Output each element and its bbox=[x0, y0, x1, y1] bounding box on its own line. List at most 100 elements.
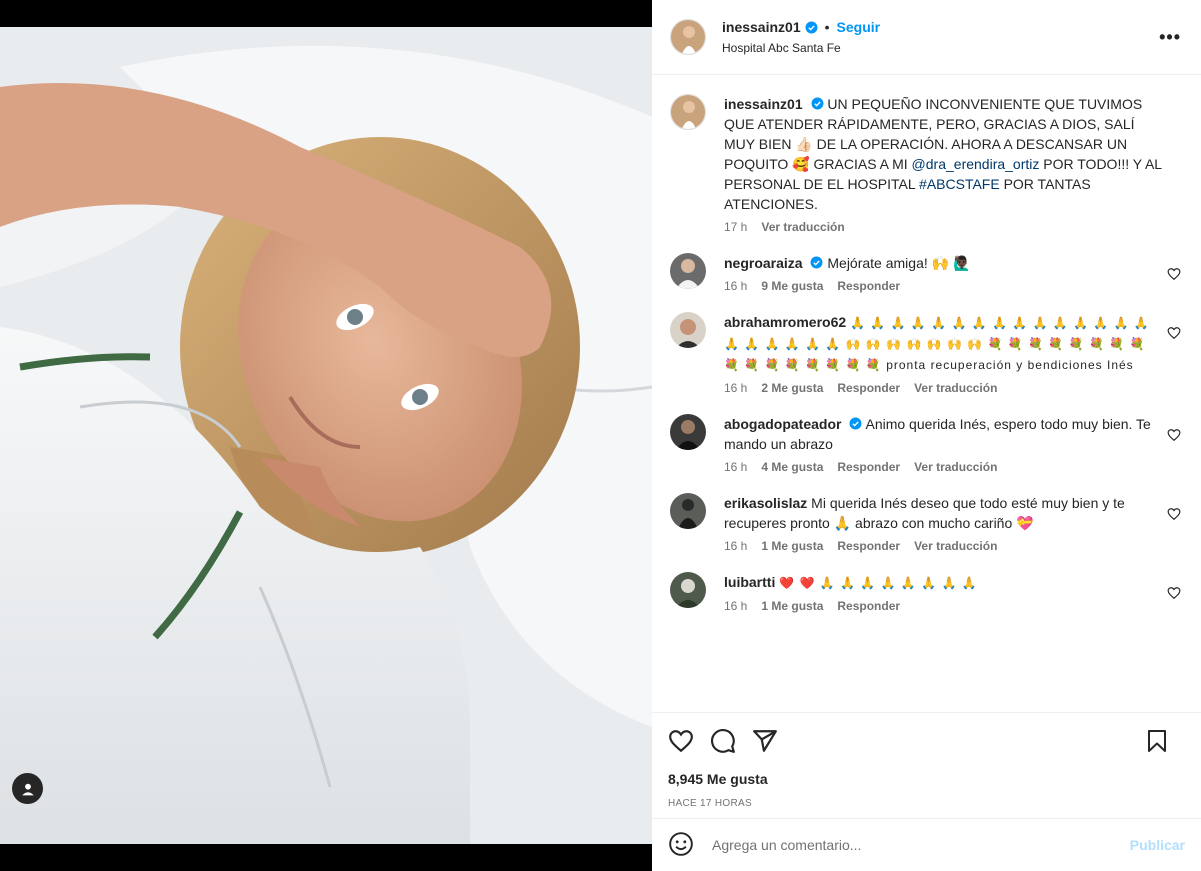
verified-icon bbox=[811, 97, 823, 110]
comment-reply-button[interactable]: Responder bbox=[837, 278, 900, 294]
comment-text: ❤️ ❤️ 🙏 🙏 🙏 🙏 🙏 🙏 🙏 🙏 bbox=[779, 576, 978, 590]
follow-button[interactable]: Seguir bbox=[837, 19, 881, 35]
post-caption: inessainz01 UN PEQUEÑO INCONVENIENTE QUE… bbox=[670, 94, 1183, 235]
publish-button[interactable]: Publicar bbox=[1130, 837, 1185, 853]
comments-list[interactable]: inessainz01 UN PEQUEÑO INCONVENIENTE QUE… bbox=[652, 76, 1201, 712]
post-location[interactable]: Hospital Abc Santa Fe bbox=[722, 41, 880, 55]
comment-likes[interactable]: 2 Me gusta bbox=[761, 380, 823, 396]
share-button[interactable] bbox=[752, 728, 778, 754]
save-icon bbox=[1148, 730, 1166, 752]
comment-like-heart-icon[interactable] bbox=[1167, 507, 1181, 521]
commenter-avatar-image bbox=[670, 312, 706, 348]
comment-likes[interactable]: 9 Me gusta bbox=[761, 278, 823, 294]
verified-icon bbox=[805, 21, 818, 33]
comment-icon bbox=[711, 729, 735, 753]
comment-reply-button[interactable]: Responder bbox=[837, 380, 900, 396]
caption-see-translation[interactable]: Ver traducción bbox=[761, 219, 844, 235]
commenter-avatar-image bbox=[670, 253, 706, 289]
caption-hashtag-link[interactable]: #ABCSTAFE bbox=[919, 176, 1000, 192]
comment-item: luibartti ❤️ ❤️ 🙏 🙏 🙏 🙏 🙏 🙏 🙏 🙏 16 h 1 M… bbox=[670, 572, 1183, 614]
comment-username[interactable]: negroaraiza bbox=[724, 255, 803, 271]
comment-meta: 16 h 1 Me gusta Responder Ver traducción bbox=[724, 538, 1164, 554]
author-avatar[interactable] bbox=[670, 19, 706, 55]
comment-username[interactable]: erikasolislaz bbox=[724, 495, 807, 511]
emoji-button[interactable] bbox=[668, 831, 694, 860]
comment-likes[interactable]: 1 Me gusta bbox=[761, 538, 823, 554]
save-button[interactable] bbox=[1145, 729, 1169, 756]
share-icon bbox=[753, 730, 777, 752]
comment-item: abrahamromero62 🙏 🙏 🙏 🙏 🙏 🙏 🙏 🙏 🙏 🙏 🙏 🙏 … bbox=[670, 312, 1183, 396]
comment-body: erikasolislaz Mi querida Inés deseo que … bbox=[724, 493, 1164, 554]
comment-time[interactable]: 16 h bbox=[724, 380, 747, 396]
comment-see-translation[interactable]: Ver traducción bbox=[914, 380, 997, 396]
comment-like-heart-icon[interactable] bbox=[1167, 586, 1181, 600]
more-icon: ••• bbox=[1159, 27, 1181, 47]
comment-time[interactable]: 16 h bbox=[724, 538, 747, 554]
user-tag-button[interactable] bbox=[12, 773, 43, 804]
comment-time[interactable]: 16 h bbox=[724, 278, 747, 294]
comment-text: Mejórate amiga! 🙌 🙋🏿‍♂️ bbox=[827, 255, 971, 271]
comment-likes[interactable]: 4 Me gusta bbox=[761, 459, 823, 475]
commenter-avatar[interactable] bbox=[670, 253, 706, 289]
caption-time[interactable]: 17 h bbox=[724, 219, 747, 235]
user-tag-icon bbox=[21, 783, 34, 795]
comment-like-heart-icon[interactable] bbox=[1167, 326, 1181, 340]
emoji-icon bbox=[669, 831, 693, 856]
post-side-panel: inessainz01 • Seguir Hospital Abc Santa … bbox=[652, 0, 1201, 871]
author-avatar-image bbox=[671, 20, 705, 54]
comment-username[interactable]: luibartti bbox=[724, 574, 775, 590]
action-icons-row bbox=[668, 713, 1185, 769]
header-text: inessainz01 • Seguir Hospital Abc Santa … bbox=[722, 19, 880, 55]
like-button[interactable] bbox=[668, 728, 694, 754]
comment-body: negroaraiza Mejórate amiga! 🙌 🙋🏿‍♂️ 16 h… bbox=[724, 253, 1164, 294]
comment-see-translation[interactable]: Ver traducción bbox=[914, 459, 997, 475]
likes-count[interactable]: 8,945 Me gusta bbox=[668, 771, 1185, 787]
commenter-avatar-image bbox=[670, 493, 706, 529]
commenter-avatar[interactable] bbox=[670, 312, 706, 348]
comment-input[interactable] bbox=[712, 837, 1102, 853]
comment-body: abogadopateador Animo querida Inés, espe… bbox=[724, 414, 1164, 475]
comment-see-translation[interactable]: Ver traducción bbox=[914, 538, 997, 554]
comment-like-heart-icon[interactable] bbox=[1167, 267, 1181, 281]
caption-username[interactable]: inessainz01 bbox=[724, 96, 803, 112]
comment-meta: 16 h 1 Me gusta Responder bbox=[724, 598, 1164, 614]
commenter-avatar-image bbox=[670, 572, 706, 608]
commenter-avatar[interactable] bbox=[670, 493, 706, 529]
post-media bbox=[0, 0, 652, 871]
post-header: inessainz01 • Seguir Hospital Abc Santa … bbox=[652, 0, 1201, 75]
header-separator: • bbox=[824, 19, 830, 35]
heart-icon bbox=[669, 730, 693, 753]
author-username[interactable]: inessainz01 bbox=[722, 19, 801, 35]
caption-body: inessainz01 UN PEQUEÑO INCONVENIENTE QUE… bbox=[724, 94, 1164, 235]
caption-meta: 17 h Ver traducción bbox=[724, 219, 1164, 235]
comment-reply-button[interactable]: Responder bbox=[837, 598, 900, 614]
caption-author-avatar[interactable] bbox=[670, 94, 706, 130]
header-top-line: inessainz01 • Seguir bbox=[722, 19, 880, 35]
add-comment-bar: Publicar bbox=[652, 818, 1201, 871]
comment-item: abogadopateador Animo querida Inés, espe… bbox=[670, 414, 1183, 475]
comment-like-heart-icon[interactable] bbox=[1167, 428, 1181, 442]
comment-body: luibartti ❤️ ❤️ 🙏 🙏 🙏 🙏 🙏 🙏 🙏 🙏 16 h 1 M… bbox=[724, 572, 1164, 614]
commenter-avatar[interactable] bbox=[670, 414, 706, 450]
posted-timestamp[interactable]: HACE 17 HORAS bbox=[668, 798, 1185, 809]
comment-reply-button[interactable]: Responder bbox=[837, 538, 900, 554]
post-photo[interactable] bbox=[0, 27, 652, 844]
comment-likes[interactable]: 1 Me gusta bbox=[761, 598, 823, 614]
comment-username[interactable]: abogadopateador bbox=[724, 416, 841, 432]
post-actions: 8,945 Me gusta HACE 17 HORAS bbox=[652, 712, 1201, 809]
comment-item: negroaraiza Mejórate amiga! 🙌 🙋🏿‍♂️ 16 h… bbox=[670, 253, 1183, 294]
commenter-avatar[interactable] bbox=[670, 572, 706, 608]
comment-reply-button[interactable]: Responder bbox=[837, 459, 900, 475]
verified-icon bbox=[811, 256, 823, 269]
caption-mention-link[interactable]: @dra_erendira_ortiz bbox=[912, 156, 1040, 172]
comment-time[interactable]: 16 h bbox=[724, 459, 747, 475]
comment-meta: 16 h 4 Me gusta Responder Ver traducción bbox=[724, 459, 1164, 475]
comment-item: erikasolislaz Mi querida Inés deseo que … bbox=[670, 493, 1183, 554]
comment-time[interactable]: 16 h bbox=[724, 598, 747, 614]
comment-meta: 16 h 2 Me gusta Responder Ver traducción bbox=[724, 380, 1164, 396]
comment-button[interactable] bbox=[710, 728, 736, 754]
commenter-avatar-image bbox=[670, 414, 706, 450]
comment-meta: 16 h 9 Me gusta Responder bbox=[724, 278, 1164, 294]
more-options-button[interactable]: ••• bbox=[1159, 27, 1181, 48]
comment-username[interactable]: abrahamromero62 bbox=[724, 314, 846, 330]
